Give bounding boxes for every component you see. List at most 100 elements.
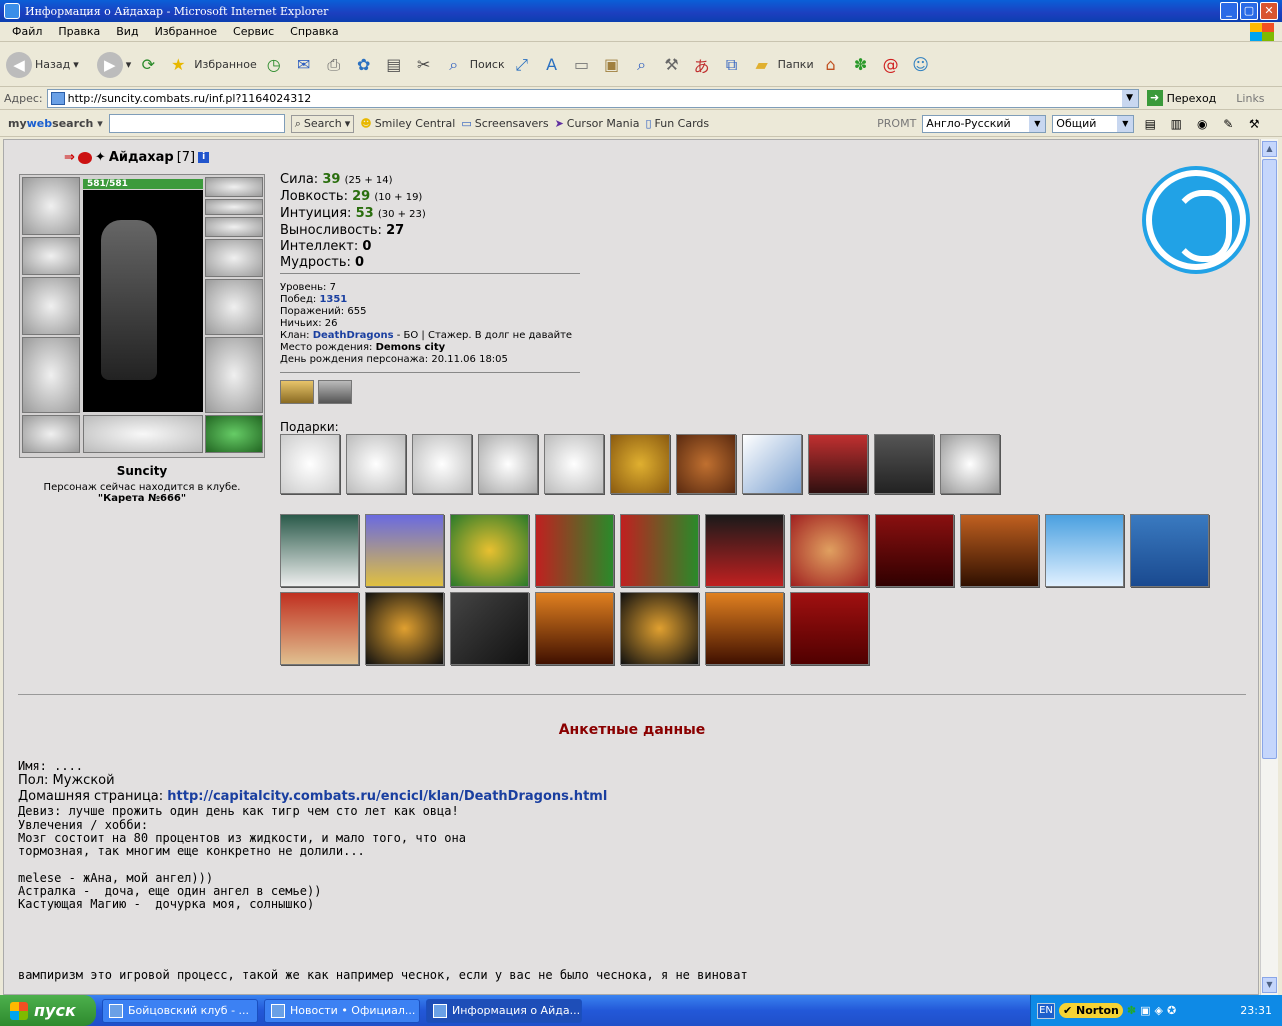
gift-item[interactable] [478, 434, 538, 494]
helmet-slot[interactable] [22, 177, 80, 235]
belt-slot[interactable] [22, 415, 80, 453]
maximize-button[interactable]: ▢ [1240, 2, 1258, 20]
gift-item[interactable] [1045, 514, 1124, 587]
menu-file[interactable]: Файл [4, 25, 50, 38]
homepage-link[interactable]: http://capitalcity.combats.ru/encicl/kla… [167, 789, 607, 804]
gloves-slot[interactable] [205, 239, 263, 277]
gift-item[interactable] [790, 514, 869, 587]
menu-tools[interactable]: Сервис [225, 25, 282, 38]
gift-item[interactable] [280, 592, 359, 665]
taskbar-item-active[interactable]: Информация о Айда... [426, 998, 582, 1023]
users-icon[interactable]: ☺ [908, 52, 934, 78]
scroll-up-button[interactable]: ▲ [1262, 141, 1277, 157]
menu-favorites[interactable]: Избранное [147, 25, 225, 38]
favorites-button[interactable]: ★ Избранное [165, 52, 257, 78]
menu-help[interactable]: Справка [282, 25, 346, 38]
gift-item[interactable] [705, 514, 784, 587]
links-button[interactable]: Links [1236, 92, 1264, 105]
clipboard-icon[interactable]: ▣ [599, 52, 625, 78]
taskbar-item[interactable]: Новости • Официал... [264, 998, 420, 1023]
icq-tray-icon[interactable]: ✽ [1127, 1004, 1136, 1017]
options-icon[interactable]: ✎ [1218, 114, 1238, 134]
gift-item[interactable] [450, 514, 529, 587]
print-icon[interactable]: ⎙ [321, 52, 347, 78]
translate-icon[interactable]: あ [689, 52, 715, 78]
close-button[interactable]: ✕ [1260, 2, 1278, 20]
amulet-slot[interactable] [205, 199, 263, 215]
minimize-button[interactable]: _ [1220, 2, 1238, 20]
gift-item[interactable] [450, 592, 529, 665]
gift-item[interactable] [676, 434, 736, 494]
gift-item[interactable] [620, 592, 699, 665]
find-icon[interactable]: ⌕ [629, 52, 655, 78]
gift-item[interactable] [535, 592, 614, 665]
gift-item[interactable] [742, 434, 802, 494]
wrench-icon[interactable]: ⚒ [1244, 114, 1264, 134]
scroll-thumb[interactable] [1262, 159, 1277, 759]
tray-icon[interactable]: ✪ [1167, 1004, 1176, 1017]
tools-icon[interactable]: ⚒ [659, 52, 685, 78]
menu-view[interactable]: Вид [108, 25, 146, 38]
legs-slot[interactable] [205, 337, 263, 413]
gift-item[interactable] [610, 434, 670, 494]
shield-slot[interactable] [205, 279, 263, 335]
gift-item[interactable] [620, 514, 699, 587]
mail-icon[interactable]: ✉ [291, 52, 317, 78]
gift-item[interactable] [365, 514, 444, 587]
translate-text-icon[interactable]: ▥ [1166, 114, 1186, 134]
home-icon[interactable]: ⌂ [818, 52, 844, 78]
gift-item[interactable] [280, 434, 340, 494]
gift-item[interactable] [940, 434, 1000, 494]
clan-link[interactable]: DeathDragons [313, 330, 394, 341]
scroll-down-button[interactable]: ▼ [1262, 977, 1277, 993]
smiley-central-link[interactable]: ☻ Smiley Central [360, 117, 455, 130]
translate-page-icon[interactable]: ▤ [1140, 114, 1160, 134]
cursor-mania-link[interactable]: ➤ Cursor Mania [555, 117, 640, 130]
address-dropdown[interactable]: ▼ [1121, 89, 1138, 107]
forward-button[interactable]: ▶ ▾ [96, 51, 131, 78]
refresh-icon[interactable]: ⟳ [135, 52, 161, 78]
gift-item[interactable] [280, 514, 359, 587]
archive-icon[interactable]: ▤ [381, 52, 407, 78]
cut-icon[interactable]: ✂ [411, 52, 437, 78]
menu-edit[interactable]: Правка [50, 25, 108, 38]
gift-item[interactable] [346, 434, 406, 494]
weapon-slot[interactable] [22, 277, 80, 335]
taskbar-item[interactable]: Бойцовский клуб - ... [102, 998, 258, 1023]
at-icon[interactable]: @ [878, 52, 904, 78]
effect-item[interactable] [280, 380, 314, 404]
promt-topic-select[interactable]: Общий [1052, 114, 1135, 133]
norton-button[interactable]: ✔ Norton [1059, 1003, 1123, 1018]
address-input[interactable]: http://suncity.combats.ru/inf.pl?1164024… [46, 88, 1139, 108]
icq-icon[interactable]: ✽ [848, 52, 874, 78]
websearch-button[interactable]: ⌕ Search ▾ [290, 114, 355, 133]
gift-item[interactable] [875, 514, 954, 587]
effect-item[interactable] [318, 380, 352, 404]
font-icon[interactable]: A [539, 52, 565, 78]
messenger-icon[interactable]: ✿ [351, 52, 377, 78]
boots-slot[interactable] [205, 415, 263, 453]
gift-item[interactable] [705, 592, 784, 665]
bracer-slot[interactable] [22, 237, 80, 275]
gift-item[interactable] [365, 592, 444, 665]
folders-button[interactable]: ▰ Папки [749, 52, 813, 78]
gift-item[interactable] [874, 434, 934, 494]
search-button[interactable]: ⌕ Поиск [441, 52, 504, 78]
network-icon[interactable]: ▣ [1140, 1004, 1150, 1017]
card-icon[interactable]: ▭ [569, 52, 595, 78]
gift-item[interactable] [544, 434, 604, 494]
mywebsearch-logo[interactable]: mywebsearch ▾ [8, 117, 103, 130]
gift-item[interactable] [790, 592, 869, 665]
site-logo[interactable] [1146, 170, 1246, 270]
screensavers-link[interactable]: ▭ Screensavers [461, 117, 548, 130]
earrings-slot[interactable] [205, 177, 263, 197]
websearch-input[interactable] [108, 114, 285, 133]
fun-cards-link[interactable]: ▯ Fun Cards [645, 117, 709, 130]
copy-icon[interactable]: ⧉ [719, 52, 745, 78]
gift-item[interactable] [808, 434, 868, 494]
sound-icon[interactable]: ◉ [1192, 114, 1212, 134]
language-indicator[interactable]: EN [1037, 1002, 1055, 1019]
gift-item[interactable] [412, 434, 472, 494]
promt-language-select[interactable]: Англо-Русский [922, 114, 1047, 133]
resize-icon[interactable]: ⤢ [509, 52, 535, 78]
